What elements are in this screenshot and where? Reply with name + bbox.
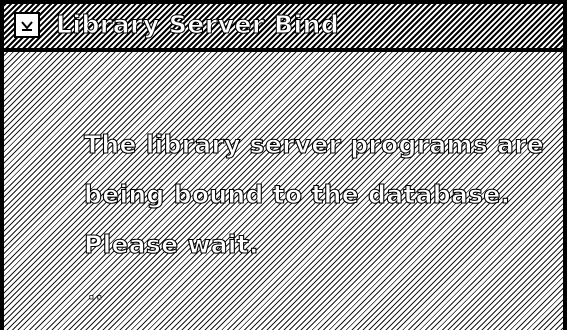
message-line-1: The library server programs are	[83, 129, 545, 159]
message-line-2: being bound to the database.	[83, 179, 511, 209]
title-bar[interactable]: Library Server Bind	[4, 4, 563, 52]
window-title: Library Server Bind	[55, 10, 340, 40]
bind-dialog-window: Library Server Bind The library server p…	[0, 0, 567, 330]
system-menu-button[interactable]	[14, 12, 40, 38]
message-line-3: Please wait.	[83, 229, 259, 259]
dialog-content: The library server programs are being bo…	[4, 52, 563, 330]
system-menu-icon	[21, 21, 33, 31]
progress-indicator: ..	[88, 283, 104, 304]
